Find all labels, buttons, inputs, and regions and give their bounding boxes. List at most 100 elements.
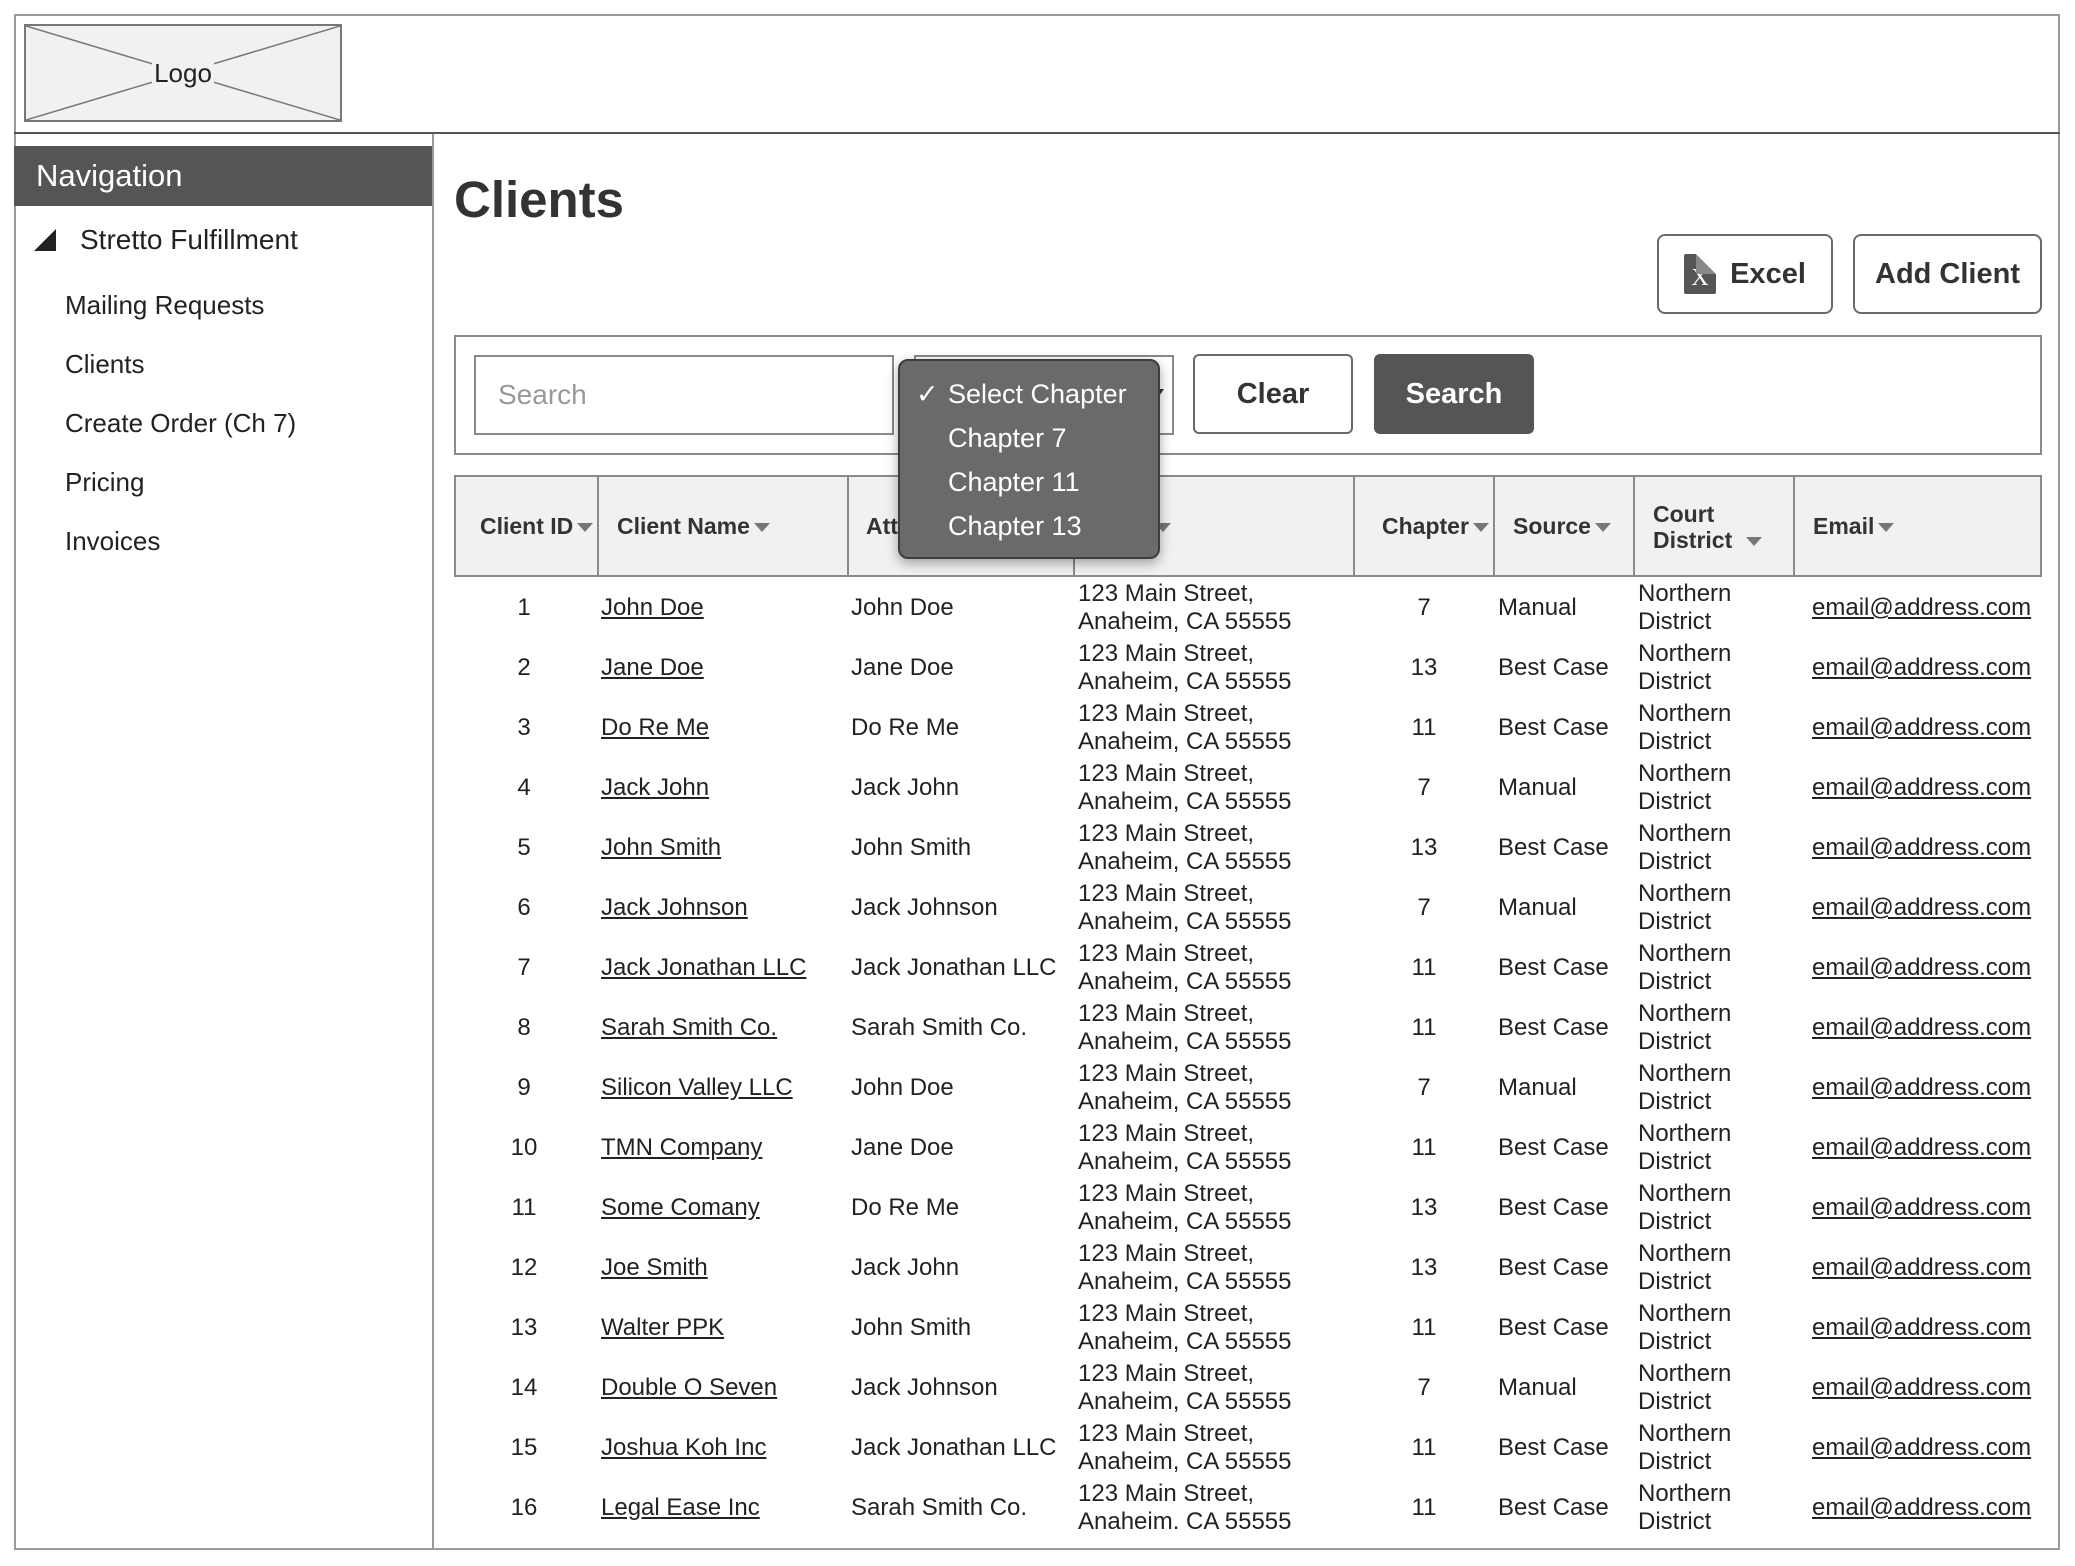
address-cell: 123 Main Street, Anaheim, CA 55555 — [1078, 1420, 1291, 1476]
header-client-name[interactable]: Client Name — [617, 513, 770, 539]
court-district-line: District — [1638, 968, 1712, 995]
excel-button-label: Excel — [1730, 257, 1806, 290]
header-source[interactable]: Source — [1513, 513, 1611, 539]
dropdown-option-chapter-7[interactable]: Chapter 7 — [948, 423, 1067, 454]
address-line: 123 Main Street, — [1078, 1480, 1255, 1507]
attorney-cell: John Doe — [851, 594, 954, 621]
court-district-line: District — [1638, 1448, 1712, 1475]
header-email[interactable]: Email — [1813, 513, 1895, 539]
header-client-id[interactable]: Client ID — [480, 513, 594, 539]
court-district-cell: Northern District — [1638, 1300, 1731, 1356]
chapter-dropdown-menu: ✓ Select Chapter Chapter 7 Chapter 11 Ch… — [898, 359, 1160, 559]
sort-arrow-icon[interactable] — [753, 523, 770, 533]
source-cell: Best Case — [1498, 954, 1609, 981]
client-name-link[interactable]: Walter PPK — [601, 1314, 724, 1342]
client-name-link[interactable]: Legal Ease Inc — [601, 1494, 760, 1522]
sort-arrow-icon[interactable] — [1878, 523, 1895, 533]
collapse-triangle-icon[interactable] — [34, 229, 56, 251]
client-name-link[interactable]: Joshua Koh Inc — [601, 1434, 766, 1462]
table-row: 12 Joe Smith Jack John 13 Best Case email@add… — [454, 1238, 2042, 1298]
email-link[interactable]: email@address.com — [1812, 1194, 2031, 1222]
attorney-cell: John Doe — [851, 1074, 954, 1101]
client-name-link[interactable]: Jack Johnson — [601, 894, 748, 922]
email-link[interactable]: email@address.com — [1812, 654, 2031, 682]
table-row: 3 Do Re Me Do Re Me 11 Best Case email@addres… — [454, 698, 2042, 758]
attorney-cell: Do Re Me — [851, 1194, 960, 1221]
email-link[interactable]: email@address.com — [1812, 954, 2031, 982]
nav-group-stretto-fulfillment[interactable]: Stretto Fulfillment — [34, 224, 298, 256]
dropdown-option-chapter-11[interactable]: Chapter 11 — [948, 467, 1080, 498]
client-name-link[interactable]: Jane Doe — [601, 654, 704, 682]
table-row: 7 Jack Jonathan LLC Jack Jonathan LLC 11 Bes… — [454, 938, 2042, 998]
table-row: 1 John Doe John Doe 7 Manual email@address.co… — [454, 578, 2042, 638]
logo-text: Logo — [152, 57, 214, 89]
source-cell: Best Case — [1498, 654, 1609, 681]
sort-arrow-icon[interactable] — [1746, 537, 1763, 547]
chapter-cell: 13 — [1410, 1254, 1438, 1281]
client-name-link[interactable]: Jack John — [601, 774, 709, 802]
address-line: Anaheim, CA 55555 — [1078, 608, 1292, 635]
email-link[interactable]: email@address.com — [1812, 1014, 2031, 1042]
client-name-link[interactable]: Joe Smith — [601, 1254, 708, 1282]
search-input[interactable]: Search — [474, 355, 894, 435]
court-district-line: District — [1638, 1028, 1712, 1055]
client-id-cell: 7 — [517, 954, 531, 981]
client-name-link[interactable]: Silicon Valley LLC — [601, 1074, 793, 1102]
sort-arrow-icon[interactable] — [1472, 523, 1489, 533]
client-id-cell: 8 — [517, 1014, 531, 1041]
court-district-line: Northern — [1638, 640, 1732, 667]
sidebar-item-create-order[interactable]: Create Order (Ch 7) — [65, 408, 296, 439]
clear-button[interactable]: Clear — [1193, 354, 1353, 434]
sidebar-item-pricing[interactable]: Pricing — [65, 467, 144, 498]
sort-arrow-icon[interactable] — [577, 523, 594, 533]
search-button[interactable]: Search — [1374, 354, 1534, 434]
address-line: Anaheim, CA 55555 — [1078, 1268, 1292, 1295]
header-court-district[interactable]: Court District — [1653, 501, 1763, 553]
chapter-cell: 11 — [1411, 1314, 1437, 1341]
header-attorney[interactable]: Att — [866, 513, 898, 539]
address-line: 123 Main Street, — [1078, 1060, 1255, 1087]
email-link[interactable]: email@address.com — [1812, 834, 2031, 862]
client-name-link[interactable]: Sarah Smith Co. — [601, 1014, 777, 1042]
email-link[interactable]: email@address.com — [1812, 1374, 2031, 1402]
dropdown-option-select-chapter[interactable]: Select Chapter — [948, 379, 1127, 410]
email-link[interactable]: email@address.com — [1812, 1254, 2031, 1282]
header-chapter[interactable]: Chapter — [1382, 513, 1489, 539]
email-link[interactable]: email@address.com — [1812, 774, 2031, 802]
source-cell: Manual — [1498, 594, 1577, 621]
chapter-cell: 7 — [1417, 1074, 1431, 1101]
add-client-button[interactable]: Add Client — [1853, 234, 2042, 314]
dropdown-option-chapter-13[interactable]: Chapter 13 — [948, 511, 1082, 542]
sidebar-item-mailing-requests[interactable]: Mailing Requests — [65, 290, 264, 321]
sort-arrow-icon[interactable] — [1594, 523, 1611, 533]
address-cell: 123 Main Street, Anaheim, CA 55555 — [1078, 880, 1291, 936]
email-link[interactable]: email@address.com — [1812, 1434, 2031, 1462]
email-link[interactable]: email@address.com — [1812, 1074, 2031, 1102]
client-id-cell: 14 — [510, 1374, 538, 1401]
client-name-link[interactable]: John Doe — [601, 594, 704, 622]
client-name-link[interactable]: Jack Jonathan LLC — [601, 954, 806, 982]
address-cell: 123 Main Street, Anaheim, CA 55555 — [1078, 1240, 1291, 1296]
court-district-line: Northern — [1638, 940, 1732, 967]
email-link[interactable]: email@address.com — [1812, 714, 2031, 742]
client-id-cell: 15 — [510, 1434, 538, 1461]
excel-export-button[interactable]: X Excel — [1657, 234, 1833, 314]
client-name-link[interactable]: TMN Company — [601, 1134, 762, 1162]
email-link[interactable]: email@address.com — [1812, 894, 2031, 922]
sidebar-item-clients[interactable]: Clients — [65, 349, 144, 380]
address-line: 123 Main Street, — [1078, 1180, 1255, 1207]
source-cell: Best Case — [1498, 1434, 1609, 1461]
email-link[interactable]: email@address.com — [1812, 1494, 2031, 1522]
email-link[interactable]: email@address.com — [1812, 1134, 2031, 1162]
client-name-link[interactable]: Double O Seven — [601, 1374, 777, 1402]
client-name-link[interactable]: Do Re Me — [601, 714, 709, 742]
column-divider — [1493, 475, 1495, 577]
address-line: 123 Main Street, — [1078, 880, 1255, 907]
client-id-cell: 2 — [517, 654, 531, 681]
sidebar-item-invoices[interactable]: Invoices — [65, 526, 160, 557]
client-name-link[interactable]: John Smith — [601, 834, 721, 862]
email-link[interactable]: email@address.com — [1812, 594, 2031, 622]
email-link[interactable]: email@address.com — [1812, 1314, 2031, 1342]
source-cell: Manual — [1498, 1074, 1577, 1101]
client-name-link[interactable]: Some Comany — [601, 1194, 760, 1222]
